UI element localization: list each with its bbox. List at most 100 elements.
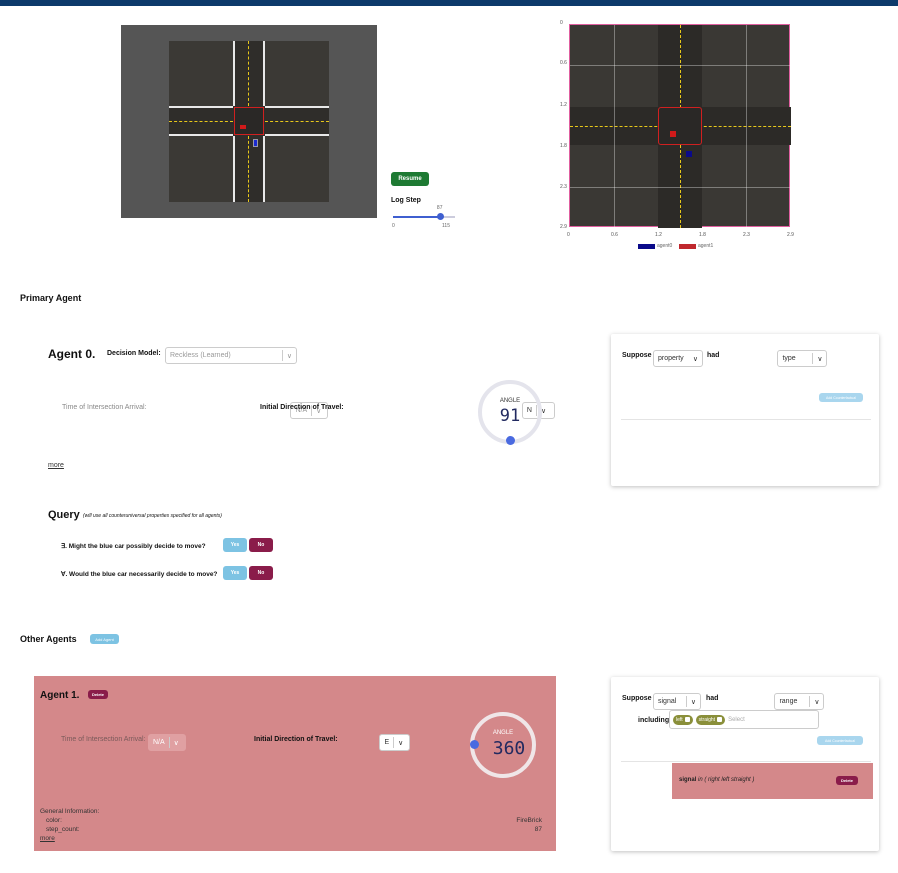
- general-info-label: General Information:: [40, 808, 100, 815]
- suppose-label: Suppose: [622, 695, 652, 702]
- resume-button[interactable]: Resume: [391, 172, 429, 186]
- intersection: [234, 107, 264, 135]
- angle-value: 360: [492, 738, 526, 759]
- top-bar: [0, 0, 898, 6]
- had-label: had: [706, 695, 719, 702]
- agent1-more-link[interactable]: more: [40, 835, 55, 842]
- add-counterfactual-button[interactable]: Add Counterfactual: [817, 736, 863, 745]
- exists-no-button[interactable]: No: [249, 538, 273, 552]
- agent1-delete-button[interactable]: Delete: [88, 690, 108, 699]
- log-step-label: Log Step: [391, 197, 421, 204]
- x-tick-label: 1.8: [699, 232, 706, 238]
- property-value: property: [658, 355, 684, 362]
- agent1-angle-dial[interactable]: ANGLE 360: [470, 712, 536, 778]
- legend-swatch-agent1: [679, 244, 696, 249]
- color-value: FireBrick: [516, 817, 542, 824]
- agent0-direction-label: Initial Direction of Travel:: [260, 404, 344, 411]
- chevron-down-icon: ∨: [173, 739, 179, 747]
- agent1-arrival-value: N/A: [153, 739, 165, 746]
- decision-model-select[interactable]: Reckless (Learned) ∨: [165, 347, 297, 364]
- agent0-marker: [686, 151, 692, 157]
- y-tick-label: 0.6: [560, 60, 567, 66]
- exists-yes-button[interactable]: Yes: [223, 538, 247, 552]
- chevron-down-icon: ∨: [398, 739, 404, 747]
- step-count-value: 87: [534, 826, 542, 833]
- primary-agent-heading: Primary Agent: [20, 293, 82, 303]
- color-key: color:: [46, 817, 62, 824]
- log-step-slider-thumb[interactable]: [436, 213, 444, 220]
- agent1-arrival-select[interactable]: N/A ∨: [148, 734, 186, 751]
- step-count-key: step_count:: [46, 826, 80, 833]
- including-label: including: [638, 717, 670, 724]
- angle-handle[interactable]: [470, 740, 479, 749]
- signal-value: signal: [658, 698, 677, 705]
- including-multiselect[interactable]: left straight Select: [669, 710, 819, 729]
- forall-no-button[interactable]: No: [249, 566, 273, 580]
- angle-label: ANGLE: [499, 398, 521, 404]
- y-tick-label: 1.8: [560, 143, 567, 149]
- had-label: had: [707, 352, 720, 359]
- other-agents-heading: Other Agents: [20, 634, 77, 644]
- y-tick-label: 2.9: [560, 224, 567, 230]
- counterfactual-result-text: signal in ( right left straight ): [679, 777, 755, 783]
- agent1-arrival-label: Time of Intersection Arrival:: [61, 736, 146, 743]
- x-tick-label: 2.3: [743, 232, 750, 238]
- log-step-slider-track[interactable]: 87: [393, 205, 455, 220]
- agent0-counterfactual-card: Suppose property ∨ had type ∨ Add Counterf…: [611, 334, 879, 486]
- legend-agent1: agent1: [698, 243, 714, 249]
- y-tick-label: 2.3: [560, 184, 567, 190]
- close-icon[interactable]: [684, 717, 690, 722]
- counterfactual-result-row: signal in ( right left straight ) Delete: [672, 763, 873, 799]
- chip-straight[interactable]: straight: [695, 714, 726, 725]
- range-select[interactable]: range ∨: [774, 693, 825, 710]
- legend-swatch-agent0: [638, 244, 655, 249]
- chevron-down-icon: ∨: [690, 698, 696, 706]
- chip-left[interactable]: left: [673, 714, 693, 725]
- type-select[interactable]: type ∨: [777, 350, 828, 367]
- slider-value: 87: [436, 205, 443, 211]
- legend-agent0: agent0: [657, 243, 673, 249]
- query-title: Query: [48, 509, 80, 521]
- angle-handle[interactable]: [506, 436, 515, 445]
- decision-model-label: Decision Model:: [107, 350, 161, 357]
- type-value: type: [782, 355, 796, 362]
- close-icon[interactable]: [717, 717, 723, 722]
- chevron-down-icon: ∨: [817, 355, 823, 363]
- divider: [621, 419, 871, 420]
- log-step-slider-fill: [393, 216, 440, 218]
- query-forall: ∀. Would the blue car necessarily decide…: [61, 571, 218, 578]
- signal-select[interactable]: signal ∨: [653, 693, 701, 710]
- result-delete-button[interactable]: Delete: [836, 776, 858, 785]
- property-select[interactable]: property ∨: [653, 350, 703, 367]
- agent1-marker: [670, 131, 676, 137]
- agent0-angle-dial[interactable]: ANGLE 91: [478, 380, 542, 445]
- agent0-title: Agent 0.: [48, 347, 96, 361]
- forall-yes-button[interactable]: Yes: [223, 566, 247, 580]
- slider-max: 115: [442, 223, 450, 229]
- agent0-arrival-label: Time of Intersection Arrival:: [62, 404, 147, 411]
- agent1-direction-value: E: [384, 739, 390, 746]
- x-tick-label: 0.6: [611, 232, 618, 238]
- add-agent-button[interactable]: Add Agent: [90, 634, 119, 644]
- agent1-direction-label: Initial Direction of Travel:: [254, 736, 338, 743]
- y-tick-label: 1.2: [560, 102, 567, 108]
- x-tick-label: 1.2: [655, 232, 662, 238]
- slider-min: 0: [392, 223, 395, 229]
- query-exists: ∃. Might the blue car possibly decide to…: [61, 543, 206, 550]
- angle-value: 91: [499, 406, 521, 426]
- blue-car: [253, 139, 258, 147]
- x-tick-label: 2.9: [787, 232, 794, 238]
- y-tick-label: 0: [560, 20, 563, 26]
- angle-label: ANGLE: [492, 730, 514, 736]
- agent0-more-link[interactable]: more: [48, 462, 64, 469]
- agent1-title: Agent 1.: [40, 690, 80, 701]
- agent1-card: Agent 1. Delete Time of Intersection Arr…: [34, 676, 556, 851]
- select-placeholder: Select: [728, 716, 745, 723]
- chevron-down-icon: ∨: [814, 698, 820, 706]
- range-value: range: [779, 698, 798, 705]
- agent1-direction-select[interactable]: E ∨: [379, 734, 411, 751]
- agent1-counterfactual-card: Suppose signal ∨ had range ∨ including lef…: [611, 677, 879, 851]
- add-counterfactual-button[interactable]: Add Counterfactual: [819, 393, 863, 402]
- decision-model-value: Reckless (Learned): [170, 352, 231, 359]
- red-car: [240, 125, 246, 129]
